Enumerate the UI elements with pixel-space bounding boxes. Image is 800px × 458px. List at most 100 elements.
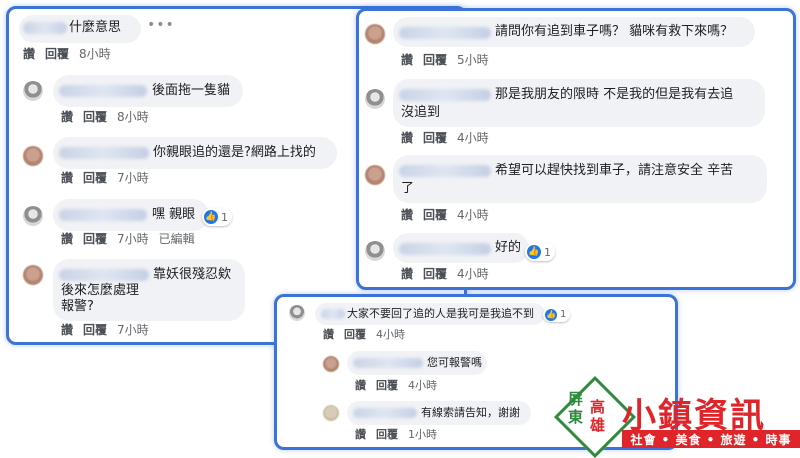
comment-actions: 讚回覆 4小時 — [355, 377, 447, 393]
comment-text-line: 報警? — [61, 299, 94, 314]
comment-text-line: 希望可以趕快找到車子，請注意安全 辛苦 — [495, 163, 734, 178]
comment-text: 好的 — [495, 240, 522, 255]
timestamp[interactable]: 4小時 — [457, 131, 489, 145]
edited-label: 已編輯 — [158, 232, 195, 246]
comment-actions: 讚回覆 5小時 — [401, 51, 499, 68]
comment-text: 有線索請告知，謝謝 — [421, 406, 520, 419]
timestamp[interactable]: 7小時 — [117, 323, 149, 337]
more-options-icon[interactable]: ••• — [147, 17, 175, 33]
avatar[interactable] — [323, 405, 339, 421]
commenter-name-redacted — [353, 408, 417, 418]
logo-region-char: 高 — [590, 398, 606, 416]
reaction-number: 1 — [221, 210, 228, 224]
comments-panel-right: 請問你有追到車子嗎？ 貓咪有救下來嗎？ 讚回覆 5小時 那是我朋友的限時 不是我的… — [356, 8, 796, 290]
reply-button[interactable]: 回覆 — [423, 131, 447, 145]
comment-actions: 讚回覆 7小時 — [61, 169, 159, 186]
avatar[interactable] — [365, 24, 385, 44]
comment-actions: 讚回覆 8小時 — [61, 108, 159, 125]
like-button[interactable]: 讚 — [323, 328, 334, 341]
like-button[interactable]: 讚 — [355, 428, 366, 441]
like-button[interactable]: 讚 — [61, 323, 73, 337]
reaction-count[interactable]: 👍 1 — [202, 208, 232, 226]
comment-text: 後面拖一隻貓 — [152, 83, 231, 98]
like-button[interactable]: 讚 — [61, 110, 73, 124]
commenter-name-redacted — [399, 243, 491, 255]
like-button[interactable]: 讚 — [23, 47, 35, 61]
avatar[interactable] — [23, 81, 43, 101]
commenter-name-redacted — [321, 309, 345, 319]
reply-button[interactable]: 回覆 — [376, 379, 398, 392]
timestamp[interactable]: 1小時 — [408, 428, 437, 441]
comment-actions: 讚回覆 4小時 — [323, 326, 415, 342]
reply-button[interactable]: 回覆 — [376, 428, 398, 441]
logo-region-char: 雄 — [590, 416, 606, 434]
reply-button[interactable]: 回覆 — [423, 53, 447, 67]
avatar[interactable] — [365, 165, 385, 185]
commenter-name-redacted — [353, 358, 423, 368]
comment-actions: 讚回覆 7小時 已編輯 — [61, 230, 205, 247]
logo-tagline: 社會 • 美食 • 旅遊 • 時事 — [622, 430, 800, 448]
avatar[interactable] — [323, 356, 339, 372]
commenter-name-redacted — [399, 165, 491, 177]
timestamp[interactable]: 7小時 — [117, 232, 149, 246]
comment-text: 什麼意思 — [69, 20, 122, 35]
like-reaction-icon: 👍 — [204, 210, 218, 224]
commenter-name-redacted — [399, 89, 491, 101]
timestamp[interactable]: 4小時 — [376, 328, 405, 341]
like-reaction-icon: 👍 — [545, 308, 557, 321]
reaction-count[interactable]: 👍 1 — [543, 307, 571, 322]
timestamp[interactable]: 4小時 — [457, 208, 489, 222]
comment-actions: 讚回覆 7小時 — [61, 321, 159, 338]
comment-text: 請問你有追到車子嗎？ 貓咪有救下來嗎？ — [495, 24, 734, 39]
avatar[interactable] — [23, 146, 43, 166]
commenter-name-redacted — [59, 269, 149, 281]
commenter-name-redacted — [59, 85, 147, 97]
avatar[interactable] — [365, 241, 385, 261]
comment-text: 你親眼追的還是?網路上找的 — [153, 145, 316, 160]
timestamp[interactable]: 4小時 — [457, 267, 489, 281]
comment-actions: 讚回覆 8小時 — [23, 45, 121, 62]
timestamp[interactable]: 5小時 — [457, 53, 489, 67]
timestamp[interactable]: 8小時 — [79, 47, 111, 61]
like-button[interactable]: 讚 — [61, 232, 73, 246]
comment-actions: 讚回覆 4小時 — [401, 206, 499, 223]
comment-actions: 讚回覆 4小時 — [401, 129, 499, 146]
avatar[interactable] — [23, 265, 43, 285]
reaction-count[interactable]: 👍 1 — [525, 243, 555, 261]
commenter-name-redacted — [59, 147, 149, 159]
comment-actions: 讚回覆 4小時 — [401, 265, 499, 282]
like-button[interactable]: 讚 — [401, 208, 413, 222]
comment-text: 嘿 親眼 — [152, 207, 196, 222]
commenter-name-redacted — [23, 22, 67, 34]
logo-region-char: 屏 — [568, 390, 584, 408]
like-button[interactable]: 讚 — [401, 267, 413, 281]
comment-text: 大家不要回了追的人是我可是我追不到 — [347, 307, 534, 320]
like-button[interactable]: 讚 — [61, 171, 73, 185]
reaction-number: 1 — [544, 245, 551, 259]
comment-text-line: 沒追到 — [401, 105, 441, 120]
like-button[interactable]: 讚 — [401, 131, 413, 145]
reply-button[interactable]: 回覆 — [344, 328, 366, 341]
reply-button[interactable]: 回覆 — [83, 323, 107, 337]
avatar[interactable] — [23, 206, 43, 226]
reply-button[interactable]: 回覆 — [83, 110, 107, 124]
timestamp[interactable]: 7小時 — [117, 171, 149, 185]
like-reaction-icon: 👍 — [527, 245, 541, 259]
like-button[interactable]: 讚 — [401, 53, 413, 67]
avatar[interactable] — [289, 305, 305, 321]
reply-button[interactable]: 回覆 — [423, 267, 447, 281]
commenter-name-redacted — [59, 209, 147, 221]
like-button[interactable]: 讚 — [355, 379, 366, 392]
timestamp[interactable]: 8小時 — [117, 110, 149, 124]
comment-text-line: 了 — [401, 181, 415, 196]
timestamp[interactable]: 4小時 — [408, 379, 437, 392]
avatar[interactable] — [365, 89, 385, 109]
comment-actions: 讚回覆 1小時 — [355, 426, 447, 442]
commenter-name-redacted — [399, 27, 491, 39]
reply-button[interactable]: 回覆 — [45, 47, 69, 61]
comment-text: 您可報警嗎 — [427, 356, 482, 369]
reply-button[interactable]: 回覆 — [83, 232, 107, 246]
reply-button[interactable]: 回覆 — [83, 171, 107, 185]
reply-button[interactable]: 回覆 — [423, 208, 447, 222]
comment-text-line: 靠妖很殘忍欸 — [153, 267, 232, 282]
